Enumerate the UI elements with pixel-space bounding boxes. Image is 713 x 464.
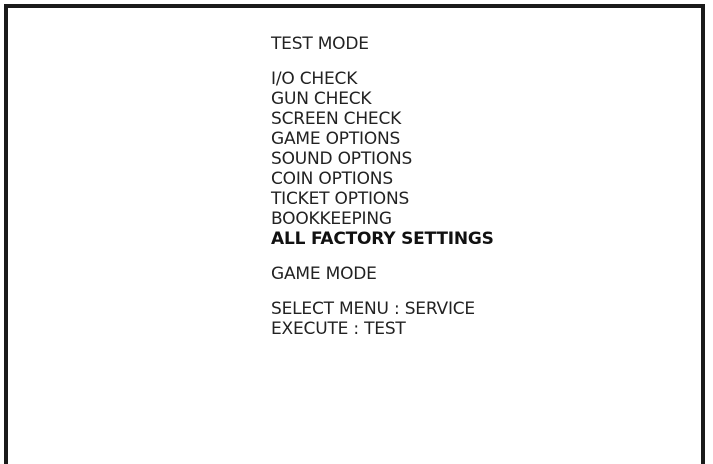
menu-item-io-check[interactable]: I/O CHECK (271, 69, 494, 89)
menu-item-game-mode[interactable]: GAME MODE (271, 264, 494, 284)
test-mode-menu: TEST MODE I/O CHECK GUN CHECK SCREEN CHE… (271, 34, 494, 339)
page-title: TEST MODE (271, 34, 369, 54)
menu-item-ticket-options[interactable]: TICKET OPTIONS (271, 189, 494, 209)
menu-item-game-options[interactable]: GAME OPTIONS (271, 129, 494, 149)
menu-item-coin-options[interactable]: COIN OPTIONS (271, 169, 494, 189)
menu-item-sound-options[interactable]: SOUND OPTIONS (271, 149, 494, 169)
menu-item-all-factory-settings[interactable]: ALL FACTORY SETTINGS (271, 229, 494, 249)
menu-item-bookkeeping[interactable]: BOOKKEEPING (271, 209, 494, 229)
instruction-execute: EXECUTE : TEST (271, 319, 406, 339)
menu-item-screen-check[interactable]: SCREEN CHECK (271, 109, 494, 129)
menu-item-gun-check[interactable]: GUN CHECK (271, 89, 494, 109)
instruction-select: SELECT MENU : SERVICE (271, 299, 475, 319)
